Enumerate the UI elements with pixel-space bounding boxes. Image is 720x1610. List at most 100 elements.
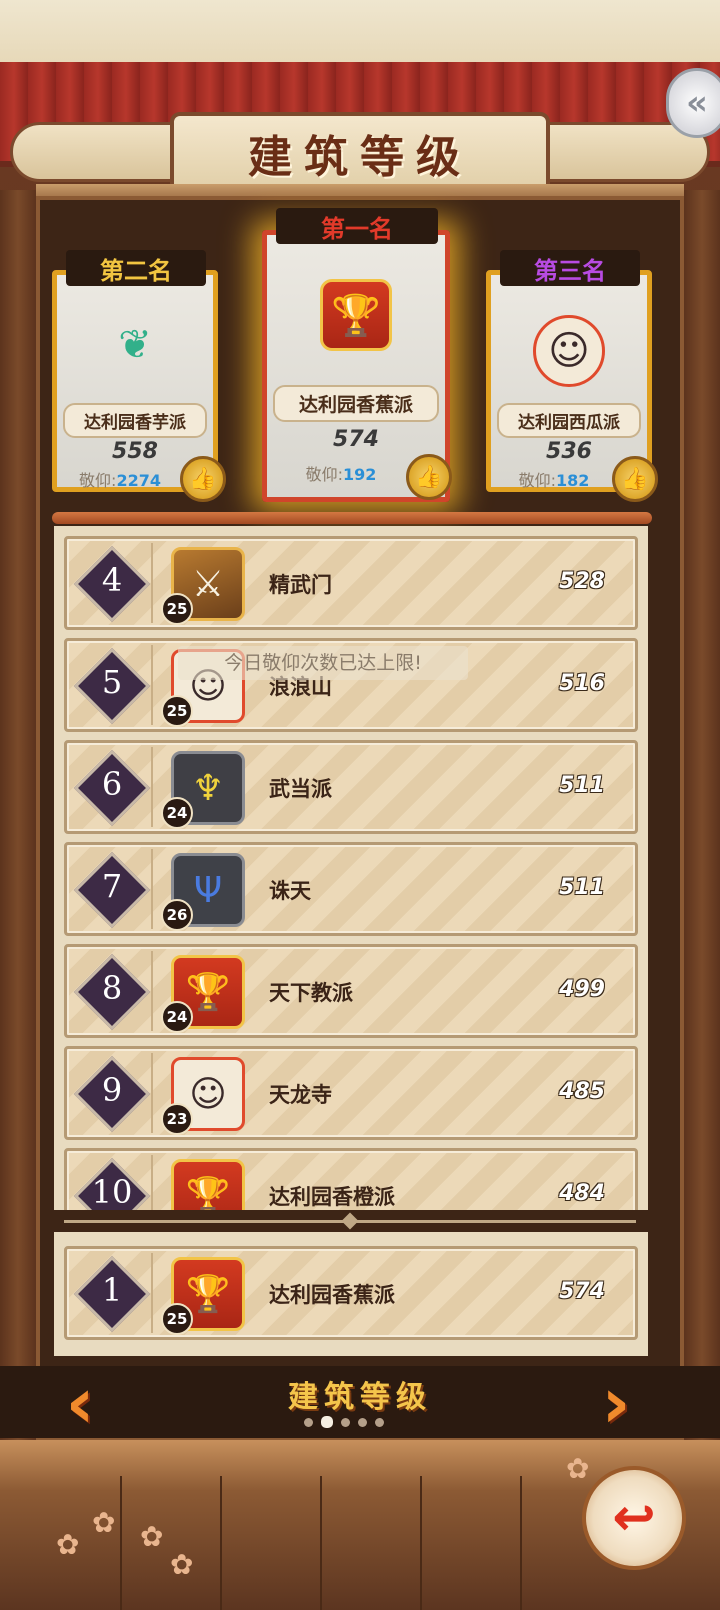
divider bbox=[151, 951, 153, 1031]
list-item[interactable]: 4 ⚔ 25 精武门 528 bbox=[64, 536, 638, 630]
list-item[interactable]: 10 🏆 达利园香橙派 484 bbox=[64, 1148, 638, 1210]
level-badge: 24 bbox=[161, 1001, 193, 1033]
podium-respect-second: 敬仰:2274 bbox=[57, 467, 183, 491]
floor-plank bbox=[220, 1476, 222, 1610]
rank-tag-third: 第三名 bbox=[500, 250, 640, 286]
guild-score: 511 bbox=[559, 773, 605, 798]
lion-dance-girl-emblem-icon: ☺ bbox=[533, 315, 605, 387]
level-badge: 25 bbox=[161, 1303, 193, 1335]
guild-name: 诛天 bbox=[269, 879, 311, 903]
list-item[interactable]: 9 ☺ 23 天龙寺 485 bbox=[64, 1046, 638, 1140]
podium-name-second: 达利园香芋派 bbox=[63, 403, 207, 438]
guild-score: 516 bbox=[559, 671, 605, 696]
list-item[interactable]: 6 ♆ 24 武当派 511 bbox=[64, 740, 638, 834]
rank-number: 1 bbox=[101, 1271, 123, 1309]
podium-name-first: 达利园香蕉派 bbox=[273, 385, 439, 422]
page-dot[interactable] bbox=[375, 1417, 384, 1427]
rank-number: 10 bbox=[91, 1173, 133, 1210]
chevron-left-icon: ‹ bbox=[65, 1362, 95, 1444]
thumbs-up-icon: 👍 bbox=[621, 466, 649, 492]
next-page-button[interactable]: › bbox=[580, 1368, 652, 1440]
plum-blossom-icon: ✿ bbox=[92, 1506, 116, 1539]
page-indicator bbox=[304, 1414, 404, 1430]
return-arrow-icon: ↩ bbox=[612, 1488, 656, 1548]
divider bbox=[151, 645, 153, 725]
list-item[interactable]: 7 Ψ 26 诛天 511 bbox=[64, 842, 638, 936]
floor-plank bbox=[320, 1476, 322, 1610]
floor-plank bbox=[120, 1476, 122, 1610]
respect-value: 192 bbox=[343, 465, 377, 484]
page-dot-active[interactable] bbox=[321, 1416, 333, 1428]
divider bbox=[151, 1253, 153, 1333]
guild-score: 511 bbox=[559, 875, 605, 900]
return-button[interactable]: ↩ bbox=[582, 1466, 686, 1570]
thumbs-up-icon: 👍 bbox=[189, 466, 217, 492]
page-dot[interactable] bbox=[358, 1417, 367, 1427]
rank-tag-first: 第一名 bbox=[276, 208, 438, 244]
guild-name: 天下教派 bbox=[269, 981, 353, 1005]
podium-divider bbox=[52, 512, 652, 524]
guild-name: 达利园香蕉派 bbox=[269, 1283, 395, 1307]
toast-message: 今日敬仰次数已达上限! bbox=[178, 646, 468, 680]
level-badge: 23 bbox=[161, 1103, 193, 1135]
level-badge: 26 bbox=[161, 899, 193, 931]
back-button[interactable]: « bbox=[666, 68, 720, 138]
podium-respect-first: 敬仰:192 bbox=[267, 461, 415, 485]
level-badge: 25 bbox=[161, 593, 193, 625]
rank-number: 9 bbox=[101, 1071, 123, 1109]
guild-score: 485 bbox=[559, 1079, 605, 1104]
ranking-list[interactable]: 4 ⚔ 25 精武门 528 5 ☺ 25 浪浪山 516 6 ♆ 24 武当派… bbox=[54, 526, 648, 1210]
page-dot[interactable] bbox=[304, 1417, 313, 1427]
podium-score-first: 574 bbox=[333, 427, 379, 452]
divider bbox=[151, 747, 153, 827]
plum-blossom-icon: ✿ bbox=[566, 1452, 590, 1485]
level-badge: 24 bbox=[161, 797, 193, 829]
plum-blossom-icon: ✿ bbox=[170, 1548, 194, 1581]
floor-plank bbox=[520, 1476, 522, 1610]
my-rank-section: 1 🏆 25 达利园香蕉派 574 bbox=[54, 1232, 648, 1356]
trophy-emblem-icon: 🏆 bbox=[320, 279, 392, 351]
plum-blossom-icon: ✿ bbox=[140, 1520, 164, 1553]
respect-label: 敬仰: bbox=[305, 465, 343, 484]
respect-button-third[interactable]: 👍 bbox=[612, 456, 658, 502]
level-badge: 25 bbox=[161, 695, 193, 727]
left-pillar bbox=[0, 190, 36, 1440]
plum-blossom-icon: ✿ bbox=[56, 1528, 80, 1561]
rank-number: 6 bbox=[101, 765, 123, 803]
divider bbox=[151, 1155, 153, 1210]
my-rank-row[interactable]: 1 🏆 25 达利园香蕉派 574 bbox=[64, 1246, 638, 1340]
banner-wing-left bbox=[10, 122, 180, 182]
respect-value: 182 bbox=[556, 471, 590, 490]
guild-score: 484 bbox=[559, 1181, 605, 1206]
title-banner: 建筑等级 bbox=[170, 112, 550, 194]
trophy-emblem-icon: 🏆 bbox=[171, 1159, 245, 1210]
podium-respect-third: 敬仰:182 bbox=[491, 467, 617, 491]
floor-plank bbox=[420, 1476, 422, 1610]
page-title: 建筑等级 bbox=[248, 132, 472, 183]
nav-title: 建筑等级 bbox=[288, 1380, 432, 1415]
thumbs-up-icon: 👍 bbox=[415, 464, 443, 490]
rank-number: 8 bbox=[101, 969, 123, 1007]
green-flame-emblem-icon: ❦ bbox=[118, 322, 152, 368]
guild-name: 天龙寺 bbox=[269, 1083, 332, 1107]
page-dot[interactable] bbox=[341, 1417, 350, 1427]
guild-name: 武当派 bbox=[269, 777, 332, 801]
divider bbox=[151, 1053, 153, 1133]
guild-score: 499 bbox=[559, 977, 605, 1002]
respect-value: 2274 bbox=[116, 471, 161, 490]
sky-background bbox=[0, 0, 720, 70]
guild-name: 精武门 bbox=[269, 573, 332, 597]
guild-score: 574 bbox=[559, 1279, 605, 1304]
chevron-right-icon: › bbox=[601, 1362, 631, 1444]
respect-label: 敬仰: bbox=[79, 471, 117, 490]
divider bbox=[151, 849, 153, 929]
rank-number: 7 bbox=[101, 867, 123, 905]
rank-number: 5 bbox=[101, 663, 123, 701]
podium-name-third: 达利园西瓜派 bbox=[497, 403, 641, 438]
list-item[interactable]: 8 🏆 24 天下教派 499 bbox=[64, 944, 638, 1038]
prev-page-button[interactable]: ‹ bbox=[44, 1368, 116, 1440]
divider bbox=[151, 543, 153, 623]
respect-button-second[interactable]: 👍 bbox=[180, 456, 226, 502]
respect-button-first[interactable]: 👍 bbox=[406, 454, 452, 500]
right-pillar bbox=[684, 190, 720, 1440]
